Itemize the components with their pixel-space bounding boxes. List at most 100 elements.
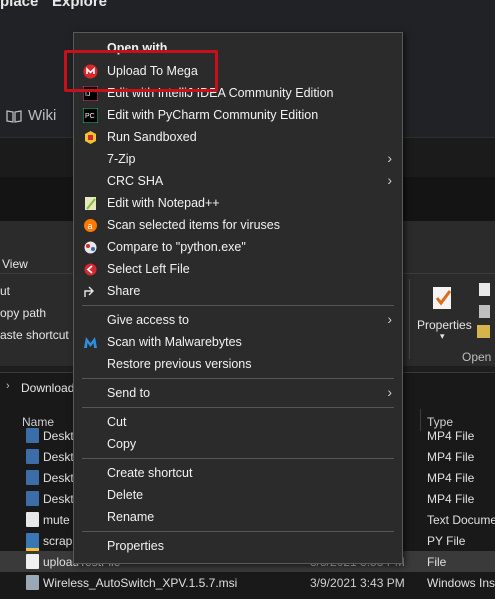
svg-text:a: a <box>87 221 92 231</box>
file-type: MP4 File <box>427 429 475 443</box>
menu-item-edit-notepadpp[interactable]: Edit with Notepad++ <box>74 192 402 214</box>
menu-item-label: Select Left File <box>107 262 190 276</box>
wiki-tab[interactable]: Wiki <box>6 107 56 124</box>
breadcrumb-chevron-icon[interactable]: › <box>6 380 10 392</box>
edit-icon[interactable] <box>479 305 490 318</box>
text-file-icon <box>26 512 39 527</box>
file-type: MP4 File <box>427 471 475 485</box>
menu-item-delete[interactable]: Delete <box>74 484 402 506</box>
installer-file-icon <box>26 575 39 590</box>
menu-item-label: Scan with Malwarebytes <box>107 335 242 349</box>
python-file-icon <box>26 533 39 552</box>
winmerge-icon <box>82 239 98 255</box>
file-name: Deskt <box>43 450 74 464</box>
ribbon-group-divider <box>409 279 410 359</box>
share-icon <box>82 283 98 299</box>
generic-file-icon <box>26 554 39 569</box>
menu-item-label: Copy <box>107 437 137 451</box>
menu-item-label: Run Sandboxed <box>107 130 197 144</box>
view-tab[interactable]: View <box>2 257 28 271</box>
menu-item-crc-sha[interactable]: CRC SHA › <box>74 170 402 192</box>
file-name: scrap <box>43 534 73 548</box>
menu-item-share[interactable]: Share <box>74 280 402 302</box>
menu-item-restore-versions[interactable]: Restore previous versions <box>74 353 402 375</box>
properties-ribbon-label: Properties <box>417 318 472 332</box>
pycharm-icon: PC <box>82 107 98 123</box>
file-type: Windows Inst <box>427 576 495 590</box>
menu-item-label: Cut <box>107 415 127 429</box>
menu-item-edit-pycharm[interactable]: PC Edit with PyCharm Community Edition <box>74 104 402 126</box>
copy-path-ribbon-button[interactable]: opy path <box>0 306 46 320</box>
menu-item-7zip[interactable]: 7-Zip › <box>74 148 402 170</box>
sandboxie-icon <box>82 129 98 145</box>
submenu-chevron-icon: › <box>387 150 392 166</box>
menu-item-send-to[interactable]: Send to › <box>74 382 402 404</box>
context-menu: Open with Upload To Mega IJ Edit with In… <box>73 32 403 564</box>
menu-item-label: Scan selected items for viruses <box>107 218 280 232</box>
menu-item-give-access[interactable]: Give access to › <box>74 309 402 331</box>
annotation-highlight-box <box>64 50 218 92</box>
properties-ribbon-button[interactable]: Properties ▾ <box>414 281 474 343</box>
menu-item-label: Restore previous versions <box>107 357 252 371</box>
video-file-icon <box>26 491 39 506</box>
menu-item-copy[interactable]: Copy <box>74 433 402 455</box>
menu-item-scan-malwarebytes[interactable]: Scan with Malwarebytes <box>74 331 402 353</box>
menu-item-label: Delete <box>107 488 144 502</box>
file-name: Deskt <box>43 429 74 443</box>
file-name: Wireless_AutoSwitch_XPV.1.5.7.msi <box>43 576 238 590</box>
book-icon <box>6 109 22 123</box>
paste-shortcut-ribbon-button[interactable]: aste shortcut <box>0 328 69 342</box>
file-type: Text Docume <box>427 513 495 527</box>
menu-item-label: 7-Zip <box>107 152 136 166</box>
history-icon[interactable] <box>477 325 490 338</box>
file-name: mute <box>43 513 70 527</box>
properties-dropdown-icon[interactable]: ▾ <box>440 331 445 342</box>
menu-item-compare-to[interactable]: Compare to "python.exe" <box>74 236 402 258</box>
svg-text:PC: PC <box>85 113 95 120</box>
malwarebytes-icon <box>82 334 98 350</box>
menu-item-properties[interactable]: Properties <box>74 535 402 557</box>
menu-item-run-sandboxed[interactable]: Run Sandboxed <box>74 126 402 148</box>
file-name: Deskt <box>43 471 74 485</box>
video-file-icon <box>26 428 39 443</box>
properties-icon <box>433 287 452 309</box>
open-icon[interactable] <box>479 283 490 296</box>
menu-item-label: Send to <box>107 386 151 400</box>
open-group-label: Open <box>462 350 492 364</box>
menu-item-create-shortcut[interactable]: Create shortcut <box>74 462 402 484</box>
video-file-icon <box>26 470 39 485</box>
menu-item-label: Compare to "python.exe" <box>107 240 246 254</box>
breadcrumb-downloads[interactable]: Download <box>21 381 74 395</box>
menu-item-select-left-file[interactable]: Select Left File <box>74 258 402 280</box>
submenu-chevron-icon: › <box>387 172 392 188</box>
menu-item-rename[interactable]: Rename <box>74 506 402 528</box>
notepadpp-icon <box>82 195 98 211</box>
submenu-chevron-icon: › <box>387 311 392 327</box>
file-date: 3/9/2021 3:43 PM <box>310 576 405 590</box>
menu-separator <box>82 305 394 306</box>
menu-separator <box>82 378 394 379</box>
video-file-icon <box>26 449 39 464</box>
file-type: File <box>427 555 447 569</box>
file-type: PY File <box>427 534 466 548</box>
nav-marketplace-link[interactable]: place <box>0 0 38 10</box>
winmerge-left-icon <box>82 261 98 277</box>
menu-item-label: Edit with PyCharm Community Edition <box>107 108 319 122</box>
menu-separator <box>82 458 394 459</box>
file-name: Deskt <box>43 492 74 506</box>
avast-icon: a <box>82 217 98 233</box>
menu-item-label: CRC SHA <box>107 174 164 188</box>
file-type: MP4 File <box>427 492 475 506</box>
menu-item-label: Create shortcut <box>107 466 193 480</box>
cut-ribbon-button[interactable]: ut <box>0 284 10 298</box>
menu-item-scan-viruses[interactable]: a Scan selected items for viruses <box>74 214 402 236</box>
menu-separator <box>82 531 394 532</box>
nav-explore-link[interactable]: Explore <box>52 0 107 10</box>
menu-item-cut[interactable]: Cut <box>74 411 402 433</box>
menu-item-label: Properties <box>107 539 164 553</box>
file-row[interactable]: Wireless_AutoSwitch_XPV.1.5.7.msi 3/9/202… <box>0 572 495 593</box>
menu-item-label: Edit with Notepad++ <box>107 196 220 210</box>
menu-item-label: Give access to <box>107 313 189 327</box>
menu-item-label: Rename <box>107 510 155 524</box>
file-type: MP4 File <box>427 450 475 464</box>
